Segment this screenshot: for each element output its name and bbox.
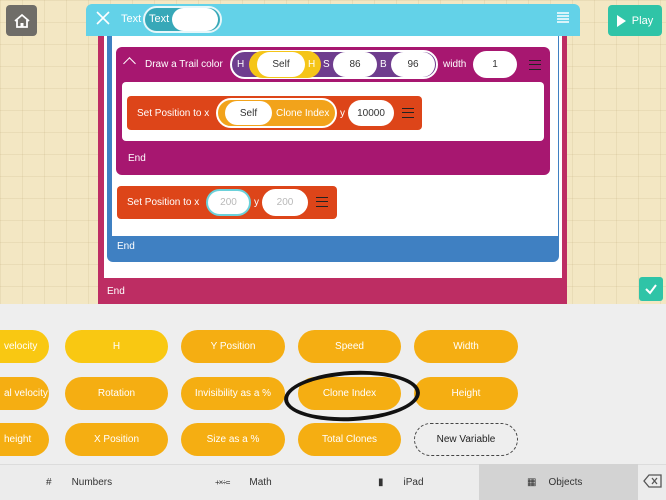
self-value-pill[interactable]: Self bbox=[225, 101, 272, 125]
palette-height-button[interactable]: Height bbox=[414, 377, 518, 410]
tab-objects[interactable]: ▦ Objects bbox=[527, 464, 582, 500]
x-value-pill[interactable]: 200 bbox=[206, 189, 251, 216]
y-value-pill[interactable]: 200 bbox=[262, 189, 308, 216]
set-position-label: Set Position to x bbox=[127, 197, 200, 208]
play-icon bbox=[616, 14, 626, 27]
y-label: y bbox=[254, 197, 259, 208]
tab-math-label: Math bbox=[249, 476, 272, 488]
objects-grid-icon: ▦ bbox=[527, 476, 537, 488]
tab-math[interactable]: +×÷= Math bbox=[215, 464, 272, 500]
tab-numbers-label: Numbers bbox=[71, 476, 113, 488]
trail-width-label: width bbox=[443, 59, 467, 70]
play-button[interactable]: Play bbox=[608, 5, 662, 36]
self-hue-suffix: H bbox=[308, 59, 316, 70]
y-label: y bbox=[340, 108, 345, 119]
home-icon bbox=[13, 13, 30, 28]
hash-icon: # bbox=[46, 476, 52, 488]
tablet-icon: ▮ bbox=[378, 476, 384, 488]
palette-size-button[interactable]: Size as a % bbox=[181, 423, 285, 456]
confirm-button[interactable] bbox=[639, 277, 663, 301]
tab-ipad-label: iPad bbox=[403, 476, 424, 488]
palette-y-position-button[interactable]: Y Position bbox=[181, 330, 285, 363]
palette-al-velocity-button[interactable]: al velocity bbox=[0, 377, 49, 410]
self-value-pill[interactable]: Self bbox=[257, 52, 305, 77]
end-label: End bbox=[117, 241, 135, 252]
palette-invisibility-button[interactable]: Invisibility as a % bbox=[181, 377, 285, 410]
math-symbols-icon: +×÷= bbox=[215, 477, 230, 487]
menu-icon[interactable] bbox=[402, 108, 414, 118]
object-text-pill-knob bbox=[172, 8, 218, 31]
palette-rotation-button[interactable]: Rotation bbox=[65, 377, 168, 410]
palette-total-clones-button[interactable]: Total Clones bbox=[298, 423, 401, 456]
checkmark-icon bbox=[645, 284, 657, 295]
palette-width-button[interactable]: Width bbox=[414, 330, 518, 363]
menu-icon[interactable] bbox=[316, 197, 328, 207]
tab-ipad[interactable]: ▮ iPad bbox=[378, 464, 424, 500]
close-icon[interactable] bbox=[96, 11, 110, 25]
brightness-value-pill[interactable]: 96 bbox=[391, 52, 435, 77]
backspace-icon[interactable] bbox=[643, 474, 662, 488]
object-text-pill-label: Text bbox=[149, 13, 170, 25]
saturation-value-pill[interactable]: 86 bbox=[333, 52, 377, 77]
draw-trail-label: Draw a Trail color bbox=[145, 59, 223, 70]
tab-objects-label: Objects bbox=[548, 476, 583, 488]
palette-x-position-button[interactable]: X Position bbox=[65, 423, 168, 456]
brightness-letter: B bbox=[380, 59, 387, 70]
palette-speed-button[interactable]: Speed bbox=[298, 330, 401, 363]
saturation-letter: S bbox=[323, 59, 330, 70]
set-position-label: Set Position to x bbox=[137, 108, 210, 119]
menu-icon[interactable] bbox=[529, 60, 541, 70]
y-value-pill[interactable]: 10000 bbox=[348, 100, 394, 126]
palette-velocity-button[interactable]: velocity bbox=[0, 330, 49, 363]
trail-width-pill[interactable]: 1 bbox=[473, 51, 517, 78]
clone-index-label: Clone Index bbox=[276, 108, 330, 119]
tab-numbers[interactable]: # Numbers bbox=[46, 464, 112, 500]
end-label: End bbox=[128, 153, 146, 164]
new-variable-button[interactable]: New Variable bbox=[414, 423, 518, 456]
editor-object-label: Text bbox=[121, 13, 142, 25]
play-label: Play bbox=[631, 14, 654, 27]
end-label: End bbox=[107, 286, 125, 297]
rules-list-icon[interactable] bbox=[556, 11, 570, 25]
palette-height-button[interactable]: height bbox=[0, 423, 49, 456]
home-button[interactable] bbox=[6, 5, 37, 36]
hue-letter: H bbox=[237, 59, 245, 70]
palette-h-button[interactable]: H bbox=[65, 330, 168, 363]
